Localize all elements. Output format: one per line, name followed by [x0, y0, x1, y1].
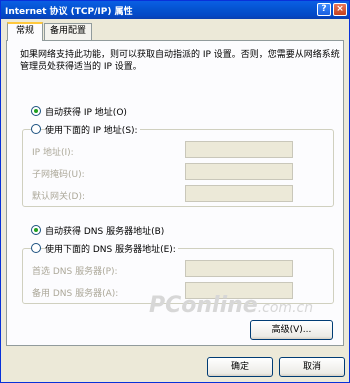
watermark-main: PConline: [149, 293, 258, 318]
manual-dns-label[interactable]: 使用下面的 DNS 服务器地址(E):: [45, 242, 178, 255]
auto-dns-label[interactable]: 自动获得 DNS 服务器地址(B): [45, 224, 164, 237]
manual-dns-radio[interactable]: [31, 243, 41, 253]
tab-alternate-config[interactable]: 备用配置: [44, 23, 92, 40]
preferred-dns-field[interactable]: [185, 260, 293, 277]
description-text: 如果网络支持此功能，则可以获取自动指派的 IP 设置。否则，您需要从网络系统管理…: [20, 50, 340, 72]
pconline-watermark: PConline.com.cn: [149, 293, 313, 318]
window-title: Internet 协议 (TCP/IP) 属性: [5, 7, 133, 17]
alternate-dns-label: 备用 DNS 服务器(A):: [32, 289, 119, 299]
cancel-button[interactable]: 取消: [279, 357, 345, 377]
ip-address-field[interactable]: [185, 141, 293, 158]
watermark-suffix: .com.cn: [257, 300, 314, 316]
preferred-dns-label: 首选 DNS 服务器(P):: [32, 267, 118, 277]
ip-address-label: IP 地址(I):: [32, 148, 74, 158]
manual-ip-label[interactable]: 使用下面的 IP 地址(S):: [45, 123, 140, 136]
default-gateway-label: 默认网关(D):: [32, 192, 85, 202]
advanced-button[interactable]: 高级(V)...: [250, 320, 333, 340]
help-button[interactable]: ?: [317, 3, 331, 16]
subnet-mask-field[interactable]: [185, 163, 293, 180]
close-button[interactable]: ×: [333, 3, 347, 16]
tcpip-properties-window: Internet 协议 (TCP/IP) 属性 ? × 常规 备用配置 如果网络…: [0, 0, 350, 383]
auto-ip-radio[interactable]: [31, 106, 41, 116]
manual-ip-radio[interactable]: [31, 124, 41, 134]
tab-general[interactable]: 常规: [7, 22, 43, 41]
title-bar[interactable]: Internet 协议 (TCP/IP) 属性 ? ×: [1, 1, 349, 19]
ok-button[interactable]: 确定: [207, 357, 273, 377]
auto-ip-label[interactable]: 自动获得 IP 地址(O): [45, 105, 127, 118]
default-gateway-field[interactable]: [185, 185, 293, 202]
auto-dns-radio[interactable]: [31, 225, 41, 235]
subnet-mask-label: 子网掩码(U):: [32, 170, 85, 180]
